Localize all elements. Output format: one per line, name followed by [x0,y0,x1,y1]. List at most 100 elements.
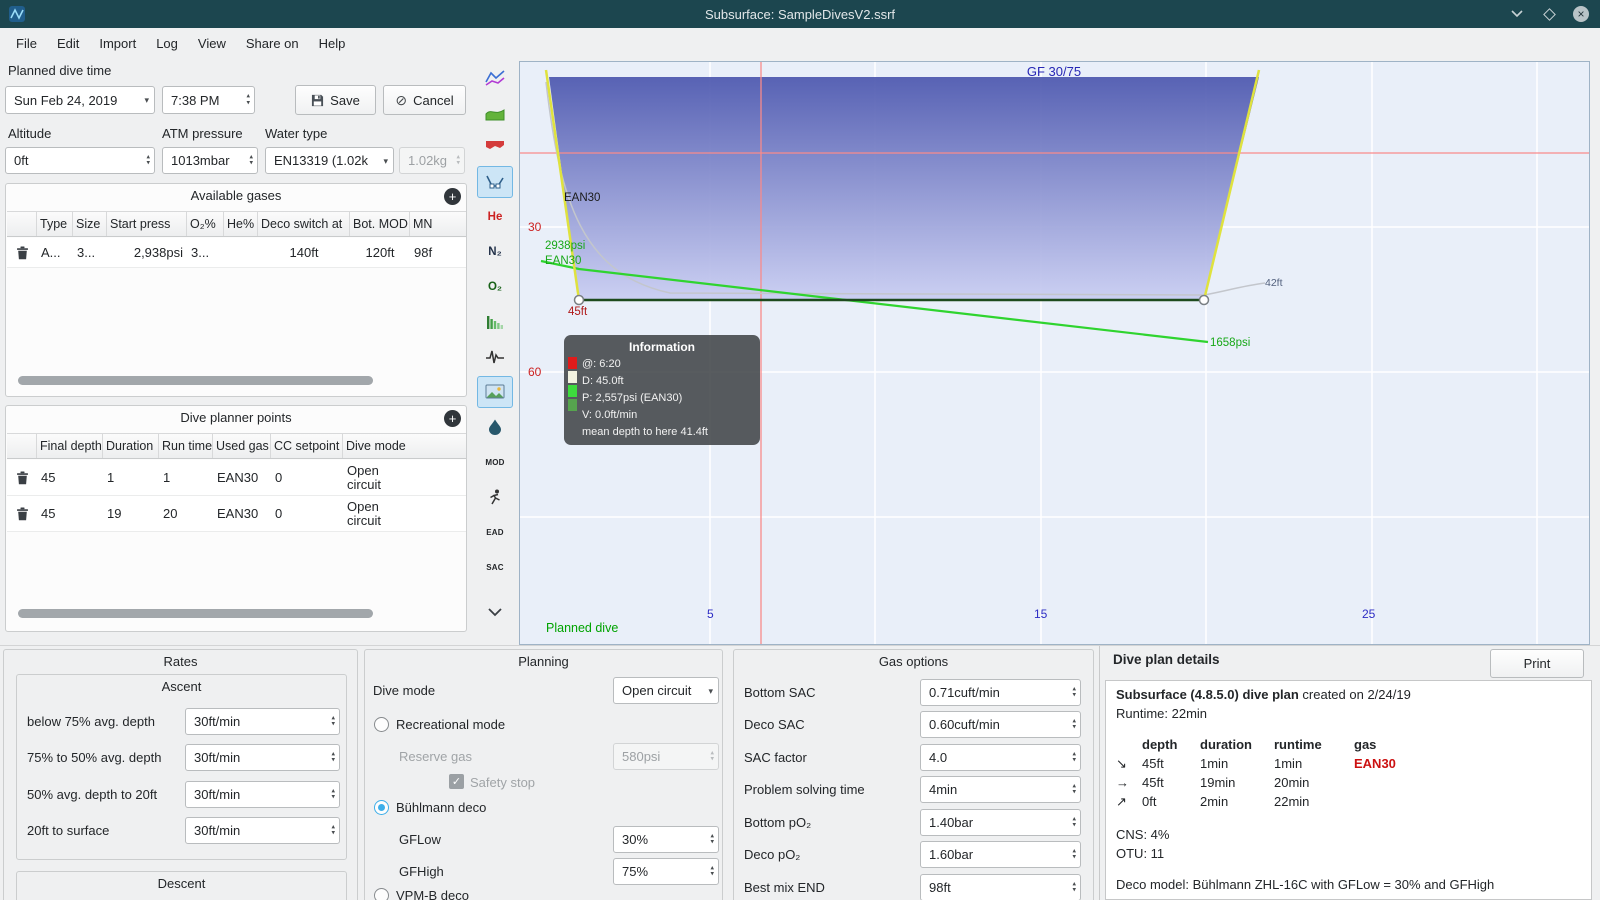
point-gas-cell[interactable]: EAN30 [213,460,271,495]
gases-col-he[interactable]: He% [224,212,258,236]
deco-po2-spinbox[interactable]: 1.60bar ▴ ▾ [920,841,1081,868]
points-col-used-gas[interactable]: Used gas [213,434,271,458]
points-col-dive-mode[interactable]: Dive mode [343,434,466,458]
spin-arrows-icon[interactable]: ▴ ▾ [1072,750,1076,764]
point-duration-cell[interactable]: 1 [103,460,159,495]
deco-sac-spinbox[interactable]: 0.60cuft/min ▴ ▾ [920,711,1081,738]
toggle-n2-graph-button[interactable]: N₂ [477,236,513,268]
atm-pressure-spinbox[interactable]: 1013mbar ▴ ▾ [162,147,258,174]
points-col-duration[interactable]: Duration [103,434,159,458]
toggle-o2-graph-button[interactable]: O₂ [477,271,513,303]
gflow-spinbox[interactable]: 30% ▴ ▾ [613,826,719,853]
spin-arrows-icon[interactable]: ▴ ▾ [331,823,335,837]
water-type-combobox[interactable]: EN13319 (1.02k ▾ [265,147,394,174]
gases-col-start-press[interactable]: Start press [107,212,187,236]
altitude-spinbox[interactable]: 0ft ▴ ▾ [5,147,155,174]
problem-solving-time-spinbox[interactable]: 4min ▴ ▾ [920,776,1081,803]
sac-factor-spinbox[interactable]: 4.0 ▴ ▾ [920,744,1081,771]
point-gas-cell[interactable]: EAN30 [213,496,271,531]
spin-arrows-icon[interactable]: ▴ ▾ [1072,782,1076,796]
ascent-rate-20-spinbox[interactable]: 30ft/min ▴ ▾ [185,781,340,808]
points-col-final-depth[interactable]: Final depth [37,434,103,458]
menu-share-on[interactable]: Share on [236,31,309,56]
save-button[interactable]: Save [295,85,376,115]
toggle-pp-graphs-button[interactable] [477,62,513,94]
toggle-ead-button[interactable]: EAD [477,516,513,548]
spin-arrows-icon[interactable]: ▴ ▾ [1072,717,1076,731]
toggle-tissues-button[interactable] [477,306,513,338]
point-runtime-cell[interactable]: 20 [159,496,213,531]
delete-point-icon[interactable] [7,496,37,531]
gas-size-cell[interactable]: 3... [73,238,107,267]
spin-arrows-icon[interactable]: ▴ ▾ [331,714,335,728]
points-col-run-time[interactable]: Run time [159,434,213,458]
bottom-po2-spinbox[interactable]: 1.40bar ▴ ▾ [920,809,1081,836]
menu-import[interactable]: Import [89,31,146,56]
gfhigh-spinbox[interactable]: 75% ▴ ▾ [613,858,719,885]
spin-arrows-icon[interactable]: ▴ ▾ [1072,815,1076,829]
maximize-window-icon[interactable] [1540,5,1558,23]
gases-col-type[interactable]: Type [37,212,73,236]
gas-start-press-cell[interactable]: 2,938psi [107,238,187,267]
toggle-dc-reported-button[interactable] [477,411,513,443]
delete-gas-icon[interactable] [7,238,37,267]
best-mix-end-spinbox[interactable]: 98ft ▴ ▾ [920,874,1081,900]
spin-arrows-icon[interactable]: ▴ ▾ [146,153,150,167]
point-setpoint-cell[interactable]: 0 [271,496,343,531]
spin-arrows-icon[interactable]: ▴ ▾ [1072,880,1076,894]
spin-arrows-icon[interactable]: ▴ ▾ [710,864,714,878]
point-setpoint-cell[interactable]: 0 [271,460,343,495]
gas-deco-switch-cell[interactable]: 140ft [258,238,350,267]
spin-arrows-icon[interactable]: ▴ ▾ [246,93,250,107]
gas-o2-cell[interactable]: 3... [187,238,224,267]
gas-bot-mod-cell[interactable]: 120ft [350,238,410,267]
delete-point-icon[interactable] [7,460,37,495]
menu-view[interactable]: View [188,31,236,56]
buhlmann-deco-radio[interactable] [374,800,389,815]
spin-arrows-icon[interactable]: ▴ ▾ [1072,685,1076,699]
shade-window-icon[interactable] [1508,5,1526,23]
vpmb-deco-radio[interactable] [374,888,389,900]
spin-arrows-icon[interactable]: ▴ ▾ [331,787,335,801]
gas-type-cell[interactable]: A... [37,238,73,267]
spin-arrows-icon[interactable]: ▴ ▾ [249,153,253,167]
ascent-rate-75-spinbox[interactable]: 30ft/min ▴ ▾ [185,708,340,735]
toggle-heart-rate-button[interactable] [477,341,513,373]
waypoint-handle[interactable] [1198,294,1210,306]
toggle-ceiling-button[interactable] [477,132,513,164]
toggle-gas-graph-button[interactable] [477,97,513,129]
menu-edit[interactable]: Edit [47,31,89,56]
add-gas-button[interactable]: + [444,188,461,205]
spin-arrows-icon[interactable]: ▴ ▾ [331,750,335,764]
toggle-sac-rate-button[interactable] [477,481,513,513]
gases-col-o2[interactable]: O₂% [187,212,224,236]
waypoint-handle[interactable] [573,294,585,306]
ascent-rate-50-spinbox[interactable]: 30ft/min ▴ ▾ [185,744,340,771]
points-col-cc-setpoint[interactable]: CC setpoint [271,434,343,458]
print-button[interactable]: Print [1490,649,1584,678]
point-depth-cell[interactable]: 45 [37,496,103,531]
collapse-toolbar-button[interactable] [477,596,513,628]
gases-col-mnd[interactable]: MN [410,212,465,236]
toggle-plan-handles-button[interactable] [477,166,513,198]
gas-he-cell[interactable] [224,238,258,267]
gases-horizontal-scrollbar[interactable] [18,376,373,385]
spin-arrows-icon[interactable]: ▴ ▾ [710,832,714,846]
toggle-mod-button[interactable]: MOD [477,446,513,478]
menu-help[interactable]: Help [309,31,356,56]
toggle-photos-button[interactable] [477,376,513,408]
toggle-sac-button[interactable]: SAC [477,551,513,583]
dive-profile-chart[interactable]: GF 30/75 EAN30 2938psi EAN30 45ft 1658ps… [519,61,1590,645]
toggle-he-graph-button[interactable]: He [477,201,513,233]
bottom-sac-spinbox[interactable]: 0.71cuft/min ▴ ▾ [920,679,1081,706]
menu-log[interactable]: Log [146,31,188,56]
dive-date-combobox[interactable]: Sun Feb 24, 2019 ▾ [5,86,155,114]
points-horizontal-scrollbar[interactable] [18,609,373,618]
menu-file[interactable]: File [6,31,47,56]
point-runtime-cell[interactable]: 1 [159,460,213,495]
dive-time-spinbox[interactable]: 7:38 PM ▴ ▾ [162,86,255,114]
dive-mode-combobox[interactable]: Open circuit ▾ [613,677,719,704]
information-tooltip[interactable]: Information @: 6:20 D: 45.0ft P: 2,557ps… [564,335,760,445]
cancel-button[interactable]: ⊘ Cancel [383,85,466,115]
gas-mnd-cell[interactable]: 98f [410,238,465,267]
